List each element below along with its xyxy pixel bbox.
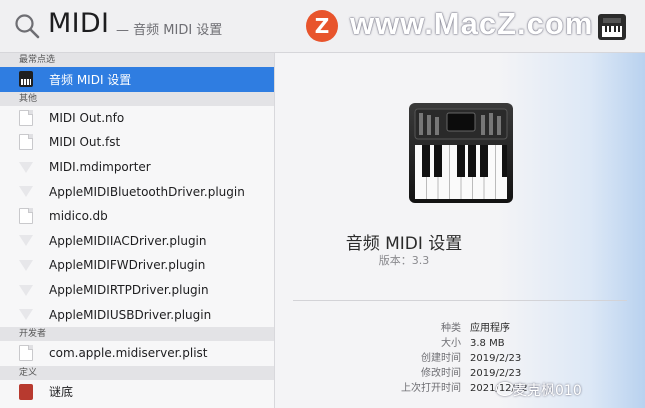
results-list: 最常点选音频 MIDI 设置其他 MIDI Out.nfo MIDI Out.fst…: [0, 53, 275, 408]
plugin-icon: [19, 284, 33, 296]
metadata-label: 大小: [441, 338, 461, 349]
result-item-label: AppleMIDIIACDriver.plugin: [49, 233, 207, 248]
metadata-label: 上次打开时间: [401, 383, 461, 394]
preview-divider: [293, 300, 627, 301]
result-item-label: 音频 MIDI 设置: [49, 72, 132, 87]
dictionary-icon: [19, 383, 33, 400]
watermark-text: www.MacZ.com: [350, 6, 594, 41]
result-item[interactable]: com.apple.midiserver.plist: [0, 341, 274, 366]
metadata-value: 2019/2/23: [470, 353, 522, 364]
metadata-row: 种类 应用程序: [275, 321, 645, 336]
metadata-row: 上次打开时间 2021/12/12: [275, 381, 645, 396]
result-item[interactable]: AppleMIDIBluetoothDriver.plugin: [0, 179, 274, 204]
section-header: 定义: [0, 365, 274, 380]
plugin-icon: [19, 161, 33, 173]
result-item[interactable]: 谜底: [0, 380, 274, 405]
watermark-credit: 麦克枫010: [513, 383, 582, 399]
spotlight-window: MIDI — 音频 MIDI 设置 Z www.MacZ.com 最常点选音频 …: [0, 0, 645, 408]
result-item[interactable]: MIDI Out.fst: [0, 130, 274, 155]
plugin-icon: [19, 235, 33, 247]
metadata-value: 应用程序: [470, 323, 510, 334]
result-item-label: midico.db: [49, 209, 108, 224]
result-item[interactable]: midico.db: [0, 204, 274, 229]
weibo-watermark-icon: [496, 382, 514, 396]
search-query[interactable]: MIDI: [48, 8, 109, 39]
plugin-icon: [19, 309, 33, 321]
result-item[interactable]: AppleMIDIUSBDriver.plugin: [0, 302, 274, 327]
result-item[interactable]: AppleMIDIFWDriver.plugin: [0, 253, 274, 278]
result-item[interactable]: MIDI.mdimporter: [0, 155, 274, 180]
document-icon: [19, 134, 33, 151]
search-bar[interactable]: MIDI — 音频 MIDI 设置 Z www.MacZ.com: [0, 0, 645, 53]
preview-metadata: 种类 应用程序 大小 3.8 MB 创建时间 2019/2/23 修改时间 2019/2/23…: [275, 321, 645, 396]
metadata-value: 2019/2/23: [470, 368, 522, 379]
metadata-label: 修改时间: [421, 368, 461, 379]
metadata-row: 大小 3.8 MB: [275, 336, 645, 351]
metadata-label: 种类: [441, 323, 461, 334]
midi-app-mini-icon: [598, 14, 626, 40]
result-item[interactable]: AppleMIDIIACDriver.plugin: [0, 229, 274, 254]
section-header: 最常点选: [0, 53, 274, 67]
section-header: 开发者: [0, 326, 274, 341]
result-item[interactable]: 音频 MIDI 设置: [0, 67, 274, 92]
metadata-row: 创建时间 2019/2/23: [275, 351, 645, 366]
metadata-label: 创建时间: [421, 353, 461, 364]
preview-pane: 音频 MIDI 设置 版本：3.3 种类 应用程序 大小 3.8 MB 创建时间 2019…: [275, 53, 645, 408]
result-item-label: AppleMIDIFWDriver.plugin: [49, 258, 206, 273]
document-icon: [19, 208, 33, 225]
result-item-label: com.apple.midiserver.plist: [49, 346, 208, 361]
section-header: 其他: [0, 91, 274, 106]
result-item-label: AppleMIDIUSBDriver.plugin: [49, 307, 212, 322]
metadata-row: 修改时间 2019/2/23: [275, 366, 645, 381]
document-icon: [19, 345, 33, 362]
result-item[interactable]: AppleMIDIRTPDriver.plugin: [0, 278, 274, 303]
plugin-icon: [19, 259, 33, 271]
watermark-logo: Z: [306, 10, 338, 42]
result-item-label: MIDI Out.fst: [49, 135, 121, 150]
result-item-label: 谜底: [49, 385, 74, 400]
plugin-icon: [19, 186, 33, 198]
document-icon: [19, 109, 33, 126]
result-item-label: MIDI.mdimporter: [49, 160, 151, 175]
preview-version: 版本：3.3: [378, 254, 430, 267]
midi-app-icon: [19, 71, 33, 88]
search-icon: [15, 14, 40, 39]
search-completion-hint: — 音频 MIDI 设置: [116, 23, 223, 38]
metadata-value: 3.8 MB: [470, 338, 505, 349]
result-item[interactable]: MIDI Out.nfo: [0, 106, 274, 131]
audio-midi-setup-app-icon: [409, 103, 513, 203]
result-item-label: AppleMIDIRTPDriver.plugin: [49, 283, 209, 298]
result-item-label: AppleMIDIBluetoothDriver.plugin: [49, 184, 245, 199]
result-item-label: MIDI Out.nfo: [49, 110, 125, 125]
preview-app-name: 音频 MIDI 设置: [345, 234, 463, 254]
